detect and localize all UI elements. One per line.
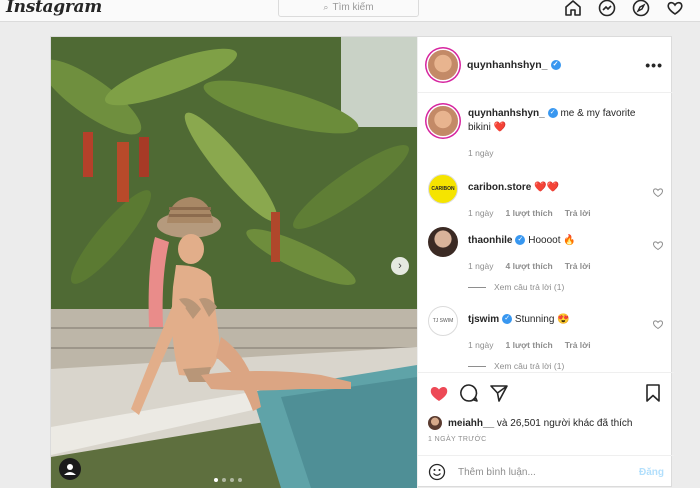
commenter-avatar[interactable]: TJ SWIM: [428, 306, 458, 336]
comment-item: thaonhile ✓ Hoooot 🔥 1 ngày 4 lượt thích …: [428, 227, 664, 297]
post-modal: › quynhanhshyn_ ✓ ••• quynhanhshyn_ ✓ me &…: [50, 36, 674, 488]
like-heart-icon[interactable]: [428, 382, 450, 404]
search-input[interactable]: ⌕ Tìm kiếm: [278, 0, 419, 17]
comment-item: CARIBON caribon.store ❤️❤️ 1 ngày 1 lượt…: [428, 174, 664, 234]
next-image-button[interactable]: ›: [391, 257, 409, 275]
comment-time: 1 ngày: [468, 261, 494, 271]
caption-username[interactable]: quynhanhshyn_: [468, 108, 545, 119]
reply-button[interactable]: Trả lời: [565, 208, 591, 218]
tagged-users-icon[interactable]: [59, 458, 81, 480]
reply-button[interactable]: Trả lời: [565, 340, 591, 350]
liker-avatar[interactable]: [428, 416, 442, 430]
caption-text: quynhanhshyn_ ✓ me & my favorite bikini ❤…: [468, 107, 644, 135]
comment-item: TJ SWIM tjswim ✓ Stunning 😍 1 ngày 1 lượt…: [428, 306, 664, 372]
view-replies-link[interactable]: Xem câu trả lời (1): [468, 361, 564, 371]
comment-input[interactable]: Thêm bình luận...: [458, 467, 536, 478]
messenger-icon[interactable]: [597, 0, 617, 18]
post-side-panel: quynhanhshyn_ ✓ ••• quynhanhshyn_ ✓ me & m…: [417, 37, 674, 488]
verified-badge-icon: ✓: [550, 59, 561, 70]
carousel-dot: [214, 478, 218, 482]
home-icon[interactable]: [563, 0, 583, 18]
comment-icon[interactable]: [458, 382, 480, 404]
caption-emoji: ❤️: [493, 122, 507, 133]
comment-username[interactable]: thaonhile: [468, 235, 512, 246]
caption-item: quynhanhshyn_ ✓ me & my favorite bikini ❤…: [428, 106, 664, 162]
comment-like-heart-icon[interactable]: [652, 239, 664, 251]
more-options-icon[interactable]: •••: [645, 57, 663, 73]
reply-button[interactable]: Trả lời: [565, 261, 591, 271]
view-replies-text: Xem câu trả lời (1): [494, 282, 565, 292]
search-icon: ⌕: [323, 1, 329, 12]
comment-like-count[interactable]: 1 lượt thích: [506, 208, 553, 218]
comment-like-count[interactable]: 4 lượt thích: [506, 261, 553, 271]
activity-heart-icon[interactable]: [665, 0, 685, 18]
post-header: quynhanhshyn_ ✓ •••: [418, 37, 673, 93]
comment-meta: 1 ngày 4 lượt thích Trả lời: [468, 261, 591, 271]
verified-badge-icon: ✓: [547, 108, 558, 119]
comment-time: 1 ngày: [468, 208, 494, 218]
view-replies-link[interactable]: Xem câu trả lời (1): [468, 282, 564, 292]
nav-icons: [563, 0, 685, 18]
comment-body: Hoooot 🔥: [528, 235, 576, 246]
comment-like-heart-icon[interactable]: [652, 186, 664, 198]
caption-time: 1 ngày: [468, 148, 494, 158]
author-avatar[interactable]: [428, 49, 458, 80]
photo-illustration: [51, 37, 417, 488]
post-comment-button[interactable]: Đăng: [639, 467, 664, 478]
comment-text: thaonhile ✓ Hoooot 🔥: [468, 234, 644, 248]
add-comment-bar: Thêm bình luận... Đăng: [418, 455, 674, 488]
comment-username[interactable]: caribon.store: [468, 182, 531, 193]
commenter-avatar[interactable]: [428, 227, 458, 257]
carousel-indicator: [214, 478, 242, 482]
emoji-icon[interactable]: [428, 463, 446, 481]
post-photo[interactable]: ›: [51, 37, 417, 488]
post-timestamp: 1 NGÀY TRƯỚC: [428, 436, 487, 443]
search-placeholder: Tìm kiếm: [332, 1, 374, 13]
liker-username[interactable]: meiahh__: [448, 418, 494, 429]
comments-list: quynhanhshyn_ ✓ me & my favorite bikini ❤…: [418, 94, 674, 372]
comment-username[interactable]: tjswim: [468, 314, 499, 325]
view-replies-text: Xem câu trả lời (1): [494, 361, 565, 371]
top-navigation-bar: Instagram ⌕ Tìm kiếm: [0, 0, 700, 22]
author-username[interactable]: quynhanhshyn_ ✓: [467, 59, 561, 71]
carousel-dot: [238, 478, 242, 482]
verified-badge-icon: ✓: [515, 235, 526, 246]
likes-summary: meiahh__ và 26,501 người khác đã thích: [428, 416, 632, 430]
caption-avatar[interactable]: [428, 106, 458, 136]
comment-meta: 1 ngày 1 lượt thích Trả lời: [468, 340, 591, 350]
likes-count-text[interactable]: và 26,501 người khác đã thích: [497, 418, 633, 429]
commenter-avatar[interactable]: CARIBON: [428, 174, 458, 204]
verified-badge-icon: ✓: [502, 314, 513, 325]
comment-text: caribon.store ❤️❤️: [468, 181, 644, 195]
post-actions: meiahh__ và 26,501 người khác đã thích 1…: [418, 372, 674, 444]
caption-meta: 1 ngày: [468, 148, 494, 158]
comment-text: tjswim ✓ Stunning 😍: [468, 313, 644, 327]
explore-compass-icon[interactable]: [631, 0, 651, 18]
share-icon[interactable]: [488, 382, 510, 404]
comment-body: Stunning 😍: [514, 314, 570, 325]
comment-time: 1 ngày: [468, 340, 494, 350]
save-bookmark-icon[interactable]: [642, 382, 664, 404]
carousel-dot: [230, 478, 234, 482]
comment-like-count[interactable]: 1 lượt thích: [506, 340, 553, 350]
comment-meta: 1 ngày 1 lượt thích Trả lời: [468, 208, 591, 218]
carousel-dot: [222, 478, 226, 482]
instagram-logo[interactable]: Instagram: [6, 0, 102, 17]
author-username-text: quynhanhshyn_: [467, 58, 548, 71]
comment-body: ❤️❤️: [534, 182, 560, 193]
comment-like-heart-icon[interactable]: [652, 318, 664, 330]
